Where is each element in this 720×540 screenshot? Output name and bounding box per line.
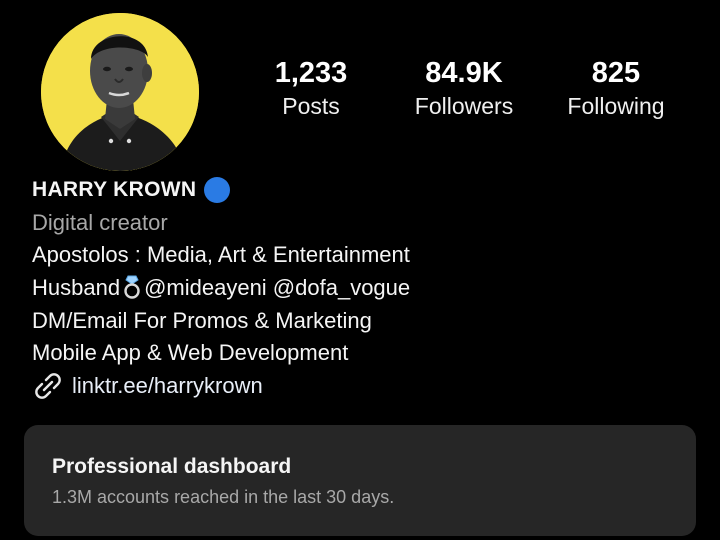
bio-line-2: Husband @mideayeni @dofa_vogue bbox=[32, 272, 692, 305]
profile-category: Digital creator bbox=[32, 209, 168, 235]
link-icon bbox=[35, 373, 61, 400]
professional-dashboard-card[interactable]: Professional dashboard 1.3M accounts rea… bbox=[24, 425, 696, 536]
profile-link-row[interactable]: linktr.ee/harrykrown bbox=[32, 370, 692, 403]
profile-name-row: HARRY KROWN bbox=[32, 174, 692, 207]
bio-line-4: Mobile App & Web Development bbox=[32, 340, 349, 366]
dashboard-subtitle: 1.3M accounts reached in the last 30 day… bbox=[52, 487, 395, 507]
dashboard-title: Professional dashboard bbox=[52, 455, 292, 478]
followers-count: 84.9K bbox=[425, 57, 503, 89]
bio-line-3: DM/Email For Promos & Marketing bbox=[32, 307, 372, 333]
ring-icon bbox=[124, 275, 140, 299]
posts-label: Posts bbox=[282, 93, 340, 119]
bio-line-1: Apostolos : Media, Art & Entertainment bbox=[32, 242, 410, 268]
stat-following[interactable]: 825 Following bbox=[536, 55, 696, 121]
profile-stats: 1,233 Posts 84.9K Followers 825 Followin… bbox=[0, 55, 720, 135]
profile-link[interactable]: linktr.ee/harrykrown bbox=[72, 370, 263, 403]
stat-followers[interactable]: 84.9K Followers bbox=[384, 55, 544, 121]
following-count: 825 bbox=[591, 57, 641, 89]
stat-posts[interactable]: 1,233 Posts bbox=[231, 55, 391, 121]
followers-label: Followers bbox=[414, 93, 514, 119]
posts-count: 1,233 bbox=[274, 57, 348, 89]
profile-name: HARRY KROWN bbox=[32, 178, 197, 201]
profile-bio: HARRY KROWN Digital creator Apostolos : … bbox=[32, 174, 692, 403]
following-label: Following bbox=[567, 93, 665, 119]
bio-line-2-mentions[interactable]: @mideayeni @dofa_vogue bbox=[144, 275, 410, 300]
verified-badge-icon bbox=[204, 177, 231, 204]
bio-line-2-prefix: Husband bbox=[32, 275, 121, 301]
